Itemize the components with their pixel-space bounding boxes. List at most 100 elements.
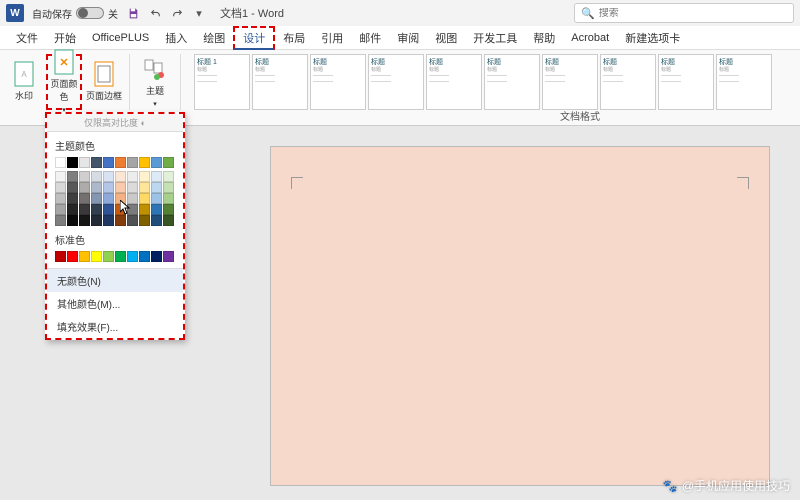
- color-swatch[interactable]: [163, 171, 174, 182]
- color-swatch[interactable]: [103, 251, 114, 262]
- color-swatch[interactable]: [67, 157, 78, 168]
- color-swatch[interactable]: [55, 204, 66, 215]
- tab-OfficePLUS[interactable]: OfficePLUS: [84, 26, 157, 50]
- theme-preview[interactable]: 标题 1标题――――――――: [194, 54, 250, 110]
- theme-preview[interactable]: 标题标题――――――――: [484, 54, 540, 110]
- color-swatch[interactable]: [151, 204, 162, 215]
- tab-设计[interactable]: 设计: [233, 26, 275, 50]
- tab-绘图[interactable]: 绘图: [195, 26, 233, 50]
- tab-布局[interactable]: 布局: [275, 26, 313, 50]
- tab-文件[interactable]: 文件: [8, 26, 46, 50]
- redo-icon[interactable]: [170, 6, 184, 20]
- color-swatch[interactable]: [163, 157, 174, 168]
- search-input[interactable]: [599, 8, 787, 19]
- no-color-item[interactable]: 无颜色(N): [47, 269, 183, 292]
- color-swatch[interactable]: [151, 251, 162, 262]
- undo-icon[interactable]: [148, 6, 162, 20]
- color-swatch[interactable]: [67, 182, 78, 193]
- color-swatch[interactable]: [163, 215, 174, 226]
- color-swatch[interactable]: [163, 182, 174, 193]
- color-swatch[interactable]: [127, 251, 138, 262]
- color-swatch[interactable]: [115, 157, 126, 168]
- toggle-switch[interactable]: [76, 7, 104, 19]
- watermark-button[interactable]: A 水印: [6, 54, 42, 110]
- color-swatch[interactable]: [91, 204, 102, 215]
- color-swatch[interactable]: [91, 193, 102, 204]
- color-swatch[interactable]: [139, 204, 150, 215]
- theme-preview[interactable]: 标题标题――――――――: [368, 54, 424, 110]
- color-swatch[interactable]: [55, 171, 66, 182]
- color-swatch[interactable]: [55, 193, 66, 204]
- color-swatch[interactable]: [91, 171, 102, 182]
- color-swatch[interactable]: [103, 157, 114, 168]
- theme-preview[interactable]: 标题标题――――――――: [310, 54, 366, 110]
- tab-帮助[interactable]: 帮助: [525, 26, 563, 50]
- color-swatch[interactable]: [67, 171, 78, 182]
- color-swatch[interactable]: [151, 193, 162, 204]
- color-swatch[interactable]: [103, 193, 114, 204]
- page[interactable]: [270, 146, 770, 486]
- color-swatch[interactable]: [91, 251, 102, 262]
- color-swatch[interactable]: [103, 182, 114, 193]
- theme-preview[interactable]: 标题标题――――――――: [658, 54, 714, 110]
- color-swatch[interactable]: [151, 215, 162, 226]
- color-swatch[interactable]: [127, 215, 138, 226]
- color-swatch[interactable]: [115, 215, 126, 226]
- more-colors-item[interactable]: 其他颜色(M)...: [47, 292, 183, 315]
- color-swatch[interactable]: [79, 171, 90, 182]
- color-swatch[interactable]: [103, 171, 114, 182]
- color-swatch[interactable]: [79, 204, 90, 215]
- color-swatch[interactable]: [115, 193, 126, 204]
- color-swatch[interactable]: [139, 251, 150, 262]
- color-swatch[interactable]: [127, 157, 138, 168]
- color-swatch[interactable]: [127, 171, 138, 182]
- color-swatch[interactable]: [55, 251, 66, 262]
- tab-视图[interactable]: 视图: [427, 26, 465, 50]
- page-border-button[interactable]: 页面边框: [86, 54, 122, 110]
- color-swatch[interactable]: [103, 215, 114, 226]
- color-swatch[interactable]: [151, 157, 162, 168]
- autosave-toggle[interactable]: 自动保存 关: [32, 6, 118, 21]
- color-swatch[interactable]: [55, 182, 66, 193]
- color-swatch[interactable]: [67, 204, 78, 215]
- search-box[interactable]: 🔍: [574, 3, 794, 23]
- color-swatch[interactable]: [139, 157, 150, 168]
- color-swatch[interactable]: [139, 215, 150, 226]
- color-swatch[interactable]: [79, 193, 90, 204]
- color-swatch[interactable]: [115, 182, 126, 193]
- color-swatch[interactable]: [139, 171, 150, 182]
- theme-preview[interactable]: 标题标题――――――――: [600, 54, 656, 110]
- color-swatch[interactable]: [139, 182, 150, 193]
- color-swatch[interactable]: [163, 251, 174, 262]
- color-swatch[interactable]: [151, 171, 162, 182]
- color-swatch[interactable]: [91, 182, 102, 193]
- fill-effects-item[interactable]: 填充效果(F)...: [47, 315, 183, 338]
- color-swatch[interactable]: [55, 157, 66, 168]
- color-swatch[interactable]: [79, 157, 90, 168]
- color-swatch[interactable]: [103, 204, 114, 215]
- theme-preview[interactable]: 标题标题――――――――: [716, 54, 772, 110]
- page-color-button[interactable]: 页面颜色 ▾: [46, 54, 82, 110]
- color-swatch[interactable]: [115, 204, 126, 215]
- color-swatch[interactable]: [127, 204, 138, 215]
- color-swatch[interactable]: [163, 204, 174, 215]
- color-swatch[interactable]: [79, 182, 90, 193]
- tab-开始[interactable]: 开始: [46, 26, 84, 50]
- tab-引用[interactable]: 引用: [313, 26, 351, 50]
- color-swatch[interactable]: [139, 193, 150, 204]
- color-swatch[interactable]: [91, 157, 102, 168]
- tab-开发工具[interactable]: 开发工具: [465, 26, 525, 50]
- tab-邮件[interactable]: 邮件: [351, 26, 389, 50]
- color-swatch[interactable]: [55, 215, 66, 226]
- color-swatch[interactable]: [91, 215, 102, 226]
- color-swatch[interactable]: [115, 171, 126, 182]
- tab-插入[interactable]: 插入: [157, 26, 195, 50]
- color-swatch[interactable]: [79, 251, 90, 262]
- color-swatch[interactable]: [115, 251, 126, 262]
- customize-qat-icon[interactable]: ▾: [192, 6, 206, 20]
- color-swatch[interactable]: [79, 215, 90, 226]
- tab-新建选项卡[interactable]: 新建选项卡: [617, 26, 688, 50]
- tab-审阅[interactable]: 审阅: [389, 26, 427, 50]
- theme-gallery[interactable]: 标题 1标题――――――――标题标题――――――――标题标题――――――――标题…: [194, 54, 772, 110]
- color-swatch[interactable]: [67, 215, 78, 226]
